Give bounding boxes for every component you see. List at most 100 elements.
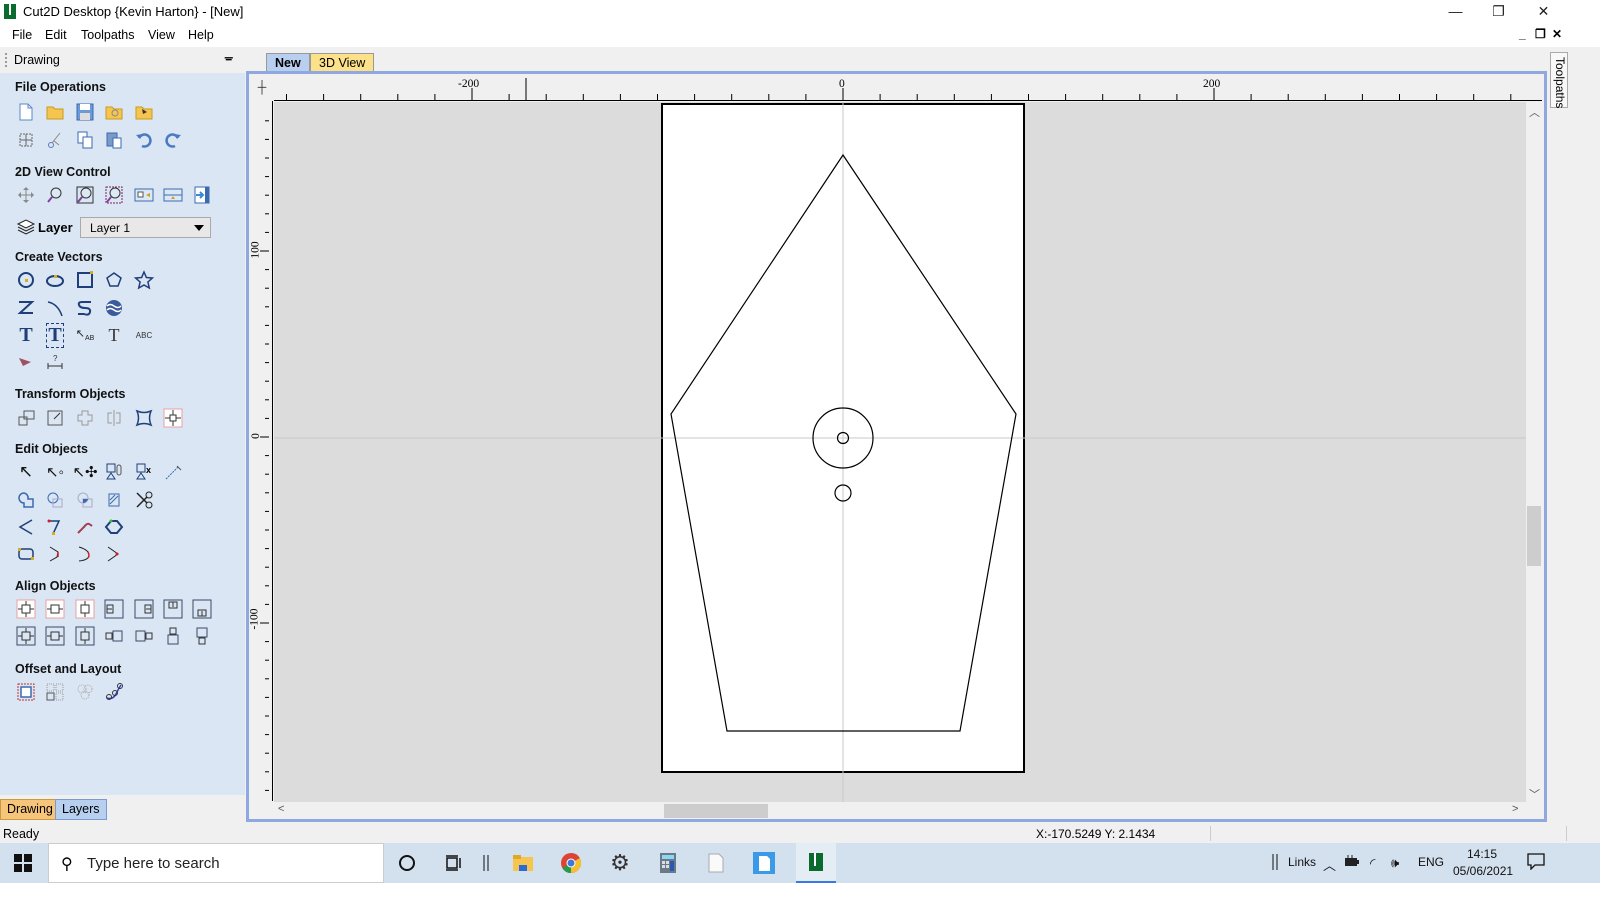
scroll-down-icon[interactable]: ﹀ [1529, 786, 1540, 802]
tab-3d-view[interactable]: 3D View [310, 53, 375, 72]
chrome-icon[interactable] [557, 849, 585, 877]
minimize-button[interactable]: — [1433, 0, 1478, 23]
rounded-rect-icon[interactable] [15, 543, 37, 565]
clock-date[interactable]: 05/06/2021 [1453, 864, 1513, 878]
circular-array-icon[interactable] [74, 681, 96, 703]
select-arrow-icon[interactable]: ↖ [15, 461, 37, 483]
battery-icon[interactable] [1344, 855, 1360, 870]
draw-curve-icon[interactable] [74, 297, 96, 319]
subtract-icon[interactable] [44, 489, 66, 511]
mdi-minimize-button[interactable]: _ [1519, 27, 1526, 41]
ruler-origin-icon[interactable]: ┼ [250, 76, 274, 101]
view-left-icon[interactable] [133, 184, 155, 206]
view-split-icon[interactable] [162, 184, 184, 206]
ungroup-icon[interactable]: x [133, 461, 155, 483]
weld-icon[interactable] [15, 489, 37, 511]
align-hcenter-icon[interactable] [44, 598, 66, 620]
array-copy-icon[interactable] [44, 681, 66, 703]
align-top-icon[interactable] [162, 598, 184, 620]
links-toolbar[interactable]: Links [1288, 855, 1316, 869]
zoom-box-icon[interactable] [44, 184, 66, 206]
text-scale-icon[interactable]: T [103, 324, 125, 346]
mdi-close-button[interactable]: ✕ [1552, 27, 1562, 41]
mirror-icon[interactable] [103, 407, 125, 429]
scroll-right-icon[interactable]: > [1512, 803, 1518, 815]
close-vector-icon[interactable] [103, 516, 125, 538]
cut2d-taskbar-icon[interactable] [796, 843, 836, 883]
text-on-curve-icon[interactable]: ABC [133, 324, 155, 346]
language-indicator[interactable]: ENG [1418, 855, 1444, 869]
distort-icon[interactable] [133, 407, 155, 429]
horizontal-scroll-thumb[interactable] [664, 804, 768, 818]
move-icon[interactable] [15, 407, 37, 429]
drawing-canvas[interactable] [274, 102, 1526, 802]
zoom-fit-icon[interactable] [74, 184, 96, 206]
draw-circle-icon[interactable] [15, 269, 37, 291]
zoom-selection-icon[interactable] [103, 184, 125, 206]
smooth-icon[interactable] [74, 516, 96, 538]
offset-icon[interactable] [15, 681, 37, 703]
import-icon[interactable] [103, 101, 125, 123]
corner-dogbone-icon[interactable] [44, 543, 66, 565]
center-horizontal-icon[interactable] [44, 625, 66, 647]
align-top-objects-icon[interactable] [162, 625, 184, 647]
paste-icon[interactable] [103, 129, 125, 151]
pin-icon[interactable]: ᚚ [225, 51, 233, 64]
corner-fillet-icon[interactable] [74, 543, 96, 565]
group-icon[interactable] [103, 461, 125, 483]
draw-arc-icon[interactable] [44, 297, 66, 319]
select-all-icon[interactable] [15, 129, 37, 151]
scroll-up-icon[interactable]: ︿ [1529, 104, 1540, 120]
menu-toolpaths[interactable]: Toolpaths [81, 28, 135, 42]
center-objects-icon[interactable] [15, 625, 37, 647]
panel-grip[interactable] [5, 53, 7, 67]
clock-time[interactable]: 14:15 [1467, 847, 1497, 861]
vertical-scrollbar[interactable]: ︿ ﹀ [1526, 102, 1542, 802]
layer-select[interactable]: Layer 1 [80, 217, 211, 238]
transform-select-icon[interactable]: ↖✣ [72, 461, 97, 483]
notepad-file-icon[interactable] [702, 849, 730, 877]
text-box-icon[interactable]: T [44, 322, 66, 348]
mdi-restore-button[interactable]: ❐ [1535, 27, 1546, 41]
dimension-bird-icon[interactable] [15, 351, 37, 373]
center-vertical-icon[interactable] [74, 625, 96, 647]
align-vcenter-icon[interactable] [74, 598, 96, 620]
show-hidden-icons-icon[interactable]: ︿ [1323, 855, 1336, 874]
dimension-icon[interactable]: ? [44, 351, 66, 373]
draw-rectangle-icon[interactable] [74, 269, 96, 291]
tab-layers[interactable]: Layers [55, 799, 107, 820]
undo-icon[interactable] [133, 129, 155, 151]
notifications-icon[interactable] [1527, 852, 1545, 873]
center-in-material-icon[interactable] [162, 407, 184, 429]
wifi-icon[interactable]: ◜ [1370, 855, 1375, 872]
measure-icon[interactable] [162, 461, 184, 483]
tab-new[interactable]: New [266, 53, 310, 72]
rotate-icon[interactable] [74, 407, 96, 429]
draw-polygon-icon[interactable] [103, 269, 125, 291]
draw-polyline-icon[interactable] [15, 297, 37, 319]
rar-archive-icon[interactable] [750, 849, 778, 877]
draw-text-icon[interactable]: T [15, 324, 37, 346]
new-file-icon[interactable] [15, 101, 37, 123]
align-right-icon[interactable] [133, 598, 155, 620]
vertical-scroll-thumb[interactable] [1527, 506, 1541, 566]
taskbar-search-box[interactable]: ⚲ Type here to search [48, 843, 384, 883]
join-icon[interactable] [103, 489, 125, 511]
toolpaths-side-tab[interactable]: Toolpaths [1550, 52, 1568, 108]
task-view-icon[interactable] [440, 849, 468, 877]
menu-help[interactable]: Help [188, 28, 214, 42]
cortana-icon[interactable] [393, 849, 421, 877]
scale-icon[interactable] [44, 407, 66, 429]
open-file-icon[interactable] [44, 101, 66, 123]
align-right-objects-icon[interactable] [133, 625, 155, 647]
horizontal-scrollbar[interactable]: < > [274, 802, 1526, 819]
save-icon[interactable] [74, 101, 96, 123]
node-edit-icon[interactable]: ↖◦ [44, 461, 66, 483]
restore-button[interactable]: ❐ [1476, 0, 1521, 23]
align-left-icon[interactable] [103, 598, 125, 620]
menu-edit[interactable]: Edit [45, 28, 67, 42]
draw-star-icon[interactable] [133, 269, 155, 291]
align-bottom-objects-icon[interactable] [191, 625, 213, 647]
menu-view[interactable]: View [148, 28, 175, 42]
calculator-icon[interactable] [654, 849, 682, 877]
